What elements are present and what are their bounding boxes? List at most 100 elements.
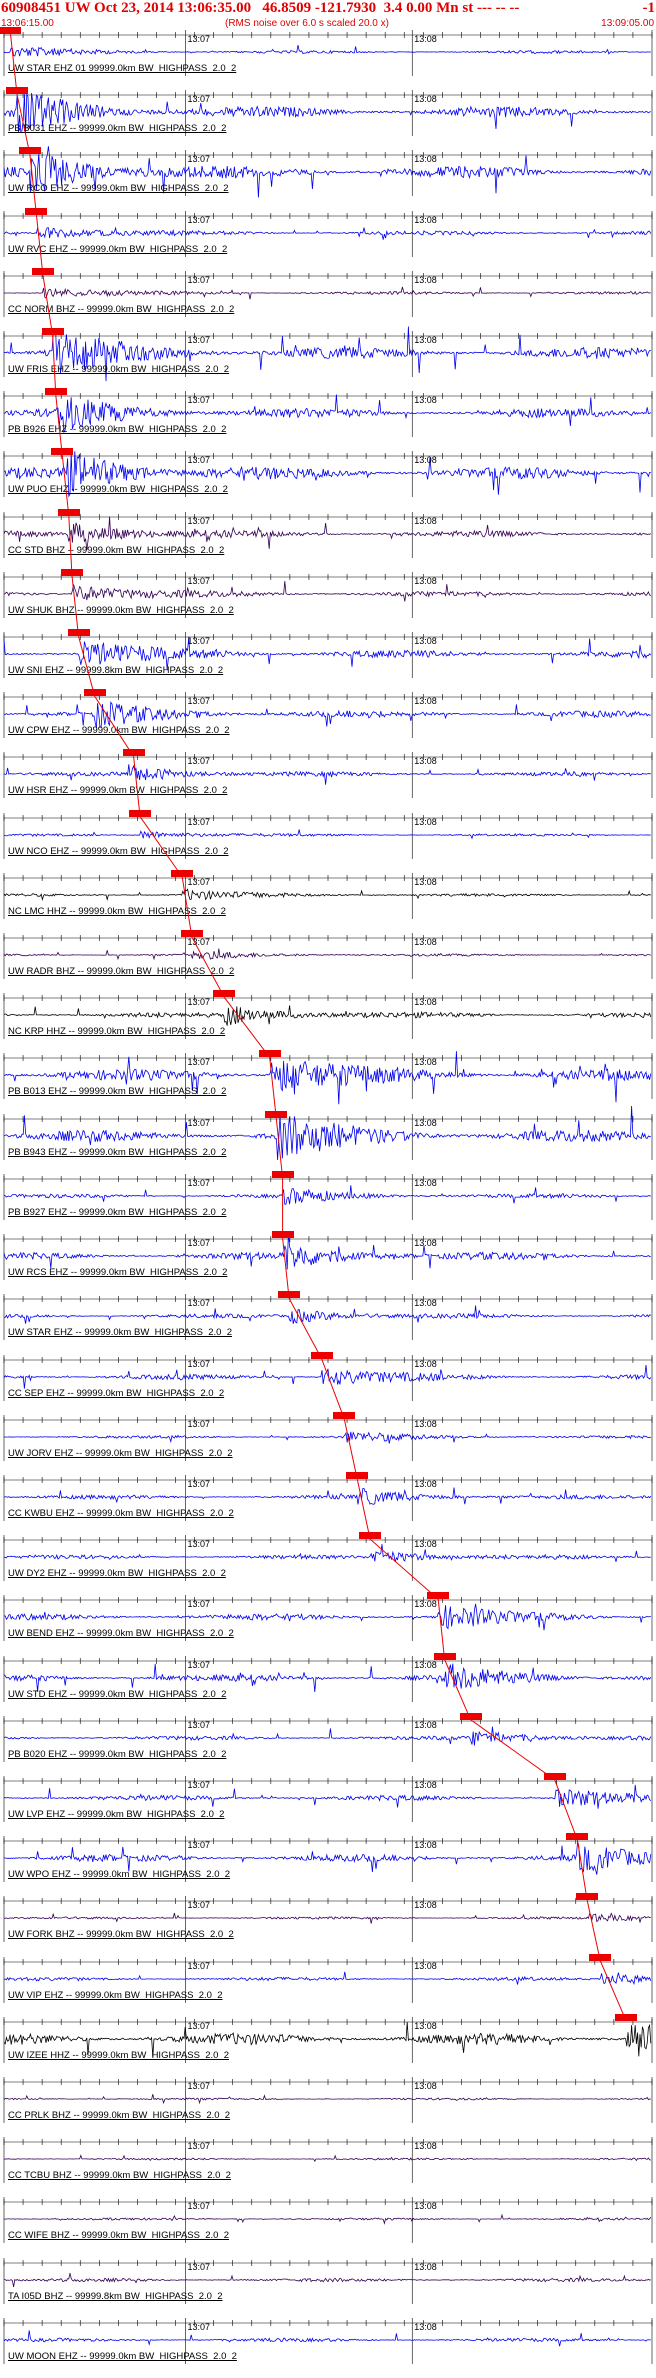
- trace-row: 13:07 13:08 PB B943 EHZ -- 99999.0km BW HI…: [0, 1105, 656, 1160]
- end-time: 13:09:05.00: [601, 18, 654, 29]
- trace-label: UW SHUK BHZ -- 99999.0km BW HIGHPASS 2.0…: [8, 604, 234, 616]
- waveform-trace: [3, 1544, 651, 1563]
- minute-label: 13:07: [187, 756, 210, 767]
- trace-label: CC TCBU BHZ -- 99999.0km BW HIGHPASS 2.0…: [8, 2170, 231, 2182]
- minute-label: 13:07: [187, 937, 210, 948]
- trace-row: 13:07 13:08 UW HSR EHZ -- 99999.0km BW HIG…: [0, 749, 656, 799]
- minute-label: 13:08: [414, 2080, 437, 2091]
- trace-row: 13:07 13:08 PB B020 EHZ -- 99999.0km BW HI…: [0, 1712, 656, 1762]
- waveform-trace: [3, 1971, 652, 1985]
- trace-row: 13:07 13:08 PB B031 EHZ -- 99999.0km BW HI…: [0, 87, 656, 137]
- trace-row: 13:07 13:08 UW MOON EHZ -- 99999.0km BW HI…: [0, 2317, 656, 2364]
- minute-label: 13:07: [187, 1960, 210, 1971]
- trace-label: CC KWBU EHZ -- 99999.0km BW HIGHPASS 2.0…: [8, 1507, 234, 1519]
- trace-row: 13:07 13:08 PB B927 EHZ -- 99999.0km BW HI…: [0, 1170, 656, 1220]
- trace-label: UW FRIS EHZ -- 99999.0km BW HIGHPASS 2.0…: [8, 364, 230, 376]
- minute-label: 13:08: [414, 1478, 437, 1489]
- pick-marker: [83, 689, 106, 697]
- minute-label: 13:07: [187, 816, 210, 827]
- pick-marker: [18, 147, 41, 155]
- trace-row: 13:07 13:08 CC NORM BHZ -- 99999.0km BW HI…: [0, 267, 656, 317]
- pick-marker: [129, 809, 152, 817]
- trace-row: 13:07 13:08 UW STAR EHZ 01 99999.0km BW HI…: [0, 27, 656, 76]
- pick-marker: [566, 1833, 589, 1841]
- pick-marker: [615, 2013, 638, 2021]
- minute-label: 13:07: [187, 1478, 210, 1489]
- waveform-trace: [3, 1726, 652, 1746]
- minute-label: 13:07: [187, 1117, 210, 1128]
- time-range-bar: 13:06:15.00 (RMS noise over 6.0 s scaled…: [0, 18, 656, 30]
- seismogram-traces: 13:07 13:08 UW STAR EHZ 01 99999.0km BW HI…: [0, 27, 656, 2378]
- waveform-trace: [4, 2272, 651, 2287]
- trace-row: 13:07 13:08 UW BEND EHZ -- 99999.0km BW HI…: [0, 1592, 656, 1642]
- trace-label: UW DY2 EHZ -- 99999.0km BW HIGHPASS 2.0 …: [8, 1568, 226, 1580]
- minute-label: 13:07: [187, 1238, 210, 1249]
- waveform-trace: [3, 1232, 651, 1270]
- trace-row: 13:07 13:08 UW STD EHZ -- 99999.0km BW HIG…: [0, 1652, 656, 1702]
- trace-row: 13:07 13:08 UW IZEE HHZ -- 99999.0km BW HI…: [0, 2013, 656, 2063]
- minute-label: 13:07: [187, 1659, 210, 1670]
- minute-label: 13:07: [187, 1719, 210, 1730]
- trace-row: 13:07 13:08 NC KRP HHZ -- 99999.0km BW HIG…: [0, 990, 656, 1040]
- minute-label: 13:08: [414, 395, 437, 406]
- pick-marker: [5, 87, 28, 95]
- minute-label: 13:07: [187, 636, 210, 647]
- pick-marker: [258, 1050, 281, 1058]
- minute-label: 13:08: [414, 2261, 437, 2272]
- trace-label: UW NCO EHZ -- 99999.0km BW HIGHPASS 2.0 …: [8, 845, 229, 857]
- waveform-trace: [3, 829, 651, 840]
- minute-label: 13:07: [187, 2141, 210, 2152]
- trace-label: CC STD BHZ -- 99999.0km BW HIGHPASS 2.0 …: [8, 544, 225, 556]
- trace-row: 13:07 13:08 UW SNI EHZ -- 99999.8km BW HIG…: [0, 629, 656, 679]
- waveform-trace: [3, 1364, 652, 1389]
- trace-row: 13:07 13:08 UW WPO EHZ -- 99999.0km BW HIG…: [0, 1833, 656, 1883]
- minute-label: 13:07: [187, 2261, 210, 2272]
- minute-label: 13:07: [187, 2080, 210, 2091]
- trace-label: UW VIP EHZ -- 99999.0km BW HIGHPASS 2.0 …: [8, 1989, 223, 2001]
- trace-row: 13:07 13:08 CC SEP EHZ -- 99999.0km BW HIG…: [0, 1351, 656, 1401]
- pick-marker: [589, 1953, 612, 1961]
- trace-label: UW IZEE HHZ -- 99999.0km BW HIGHPASS 2.0…: [8, 2049, 230, 2061]
- waveform-trace: [3, 764, 651, 786]
- trace-row: 13:07 13:08 CC PRLK BHZ -- 99999.0km BW HI…: [0, 2076, 656, 2123]
- trace-label: CC PRLK BHZ -- 99999.0km BW HIGHPASS 2.0…: [8, 2109, 231, 2121]
- trace-label: CC WIFE BHZ -- 99999.0km BW HIGHPASS 2.0…: [8, 2230, 230, 2242]
- waveform-trace: [3, 286, 651, 300]
- trace-row: 13:07 13:08 UW FORK BHZ -- 99999.0km BW HI…: [0, 1893, 656, 1943]
- minute-label: 13:07: [187, 2321, 210, 2332]
- trace-label: UW STAR EHZ -- 99999.0km BW HIGHPASS 2.0…: [8, 1327, 233, 1339]
- trace-label: PB B013 EHZ -- 99999.0km BW HIGHPASS 2.0…: [8, 1086, 227, 1098]
- minute-label: 13:07: [187, 1177, 210, 1188]
- pick-marker: [271, 1231, 294, 1239]
- trace-row: 13:07 13:08 UW NCO EHZ -- 99999.0km BW HIG…: [0, 809, 656, 859]
- pick-marker: [0, 27, 22, 34]
- minute-label: 13:08: [414, 937, 437, 948]
- minute-label: 13:07: [187, 1298, 210, 1309]
- version-number: -1: [642, 0, 656, 16]
- minute-label: 13:07: [187, 1057, 210, 1068]
- minute-label: 13:07: [187, 1840, 210, 1851]
- minute-label: 13:08: [414, 1659, 437, 1670]
- trace-label: UW JORV EHZ -- 99999.0km BW HIGHPASS 2.0…: [8, 1447, 233, 1459]
- minute-label: 13:08: [414, 1177, 437, 1188]
- waveform-trace: [3, 1663, 652, 1692]
- waveform-trace: [3, 2094, 651, 2105]
- waveform-trace: [3, 45, 651, 57]
- waveform-trace: [3, 2330, 651, 2347]
- minute-label: 13:08: [414, 154, 437, 165]
- minute-label: 13:08: [414, 1719, 437, 1730]
- pick-marker: [459, 1712, 482, 1720]
- rms-note: (RMS noise over 6.0 s scaled 20.0 x): [225, 18, 389, 29]
- waveform-trace: [3, 1305, 651, 1325]
- trace-row: 13:07 13:08 UW RCS EHZ -- 99999.0km BW HIG…: [0, 1231, 656, 1281]
- trace-label: UW RCO EHZ -- 99999.0km BW HIGHPASS 2.0 …: [8, 183, 229, 195]
- minute-label: 13:07: [187, 1358, 210, 1369]
- trace-row: 13:07 13:08 UW RVC EHZ -- 99999.0km BW HIG…: [0, 207, 656, 257]
- trace-row: 13:07 13:08 PB B013 EHZ -- 99999.0km BW HI…: [0, 1050, 656, 1105]
- trace-label: UW HSR EHZ -- 99999.0km BW HIGHPASS 2.0 …: [8, 785, 228, 797]
- pick-marker: [180, 930, 203, 938]
- trace-label: CC SEP EHZ -- 99999.0km BW HIGHPASS 2.0 …: [8, 1387, 225, 1399]
- minute-label: 13:07: [187, 1900, 210, 1911]
- trace-label: NC LMC HHZ -- 99999.0km BW HIGHPASS 2.0 …: [8, 905, 226, 917]
- pick-marker: [346, 1471, 369, 1479]
